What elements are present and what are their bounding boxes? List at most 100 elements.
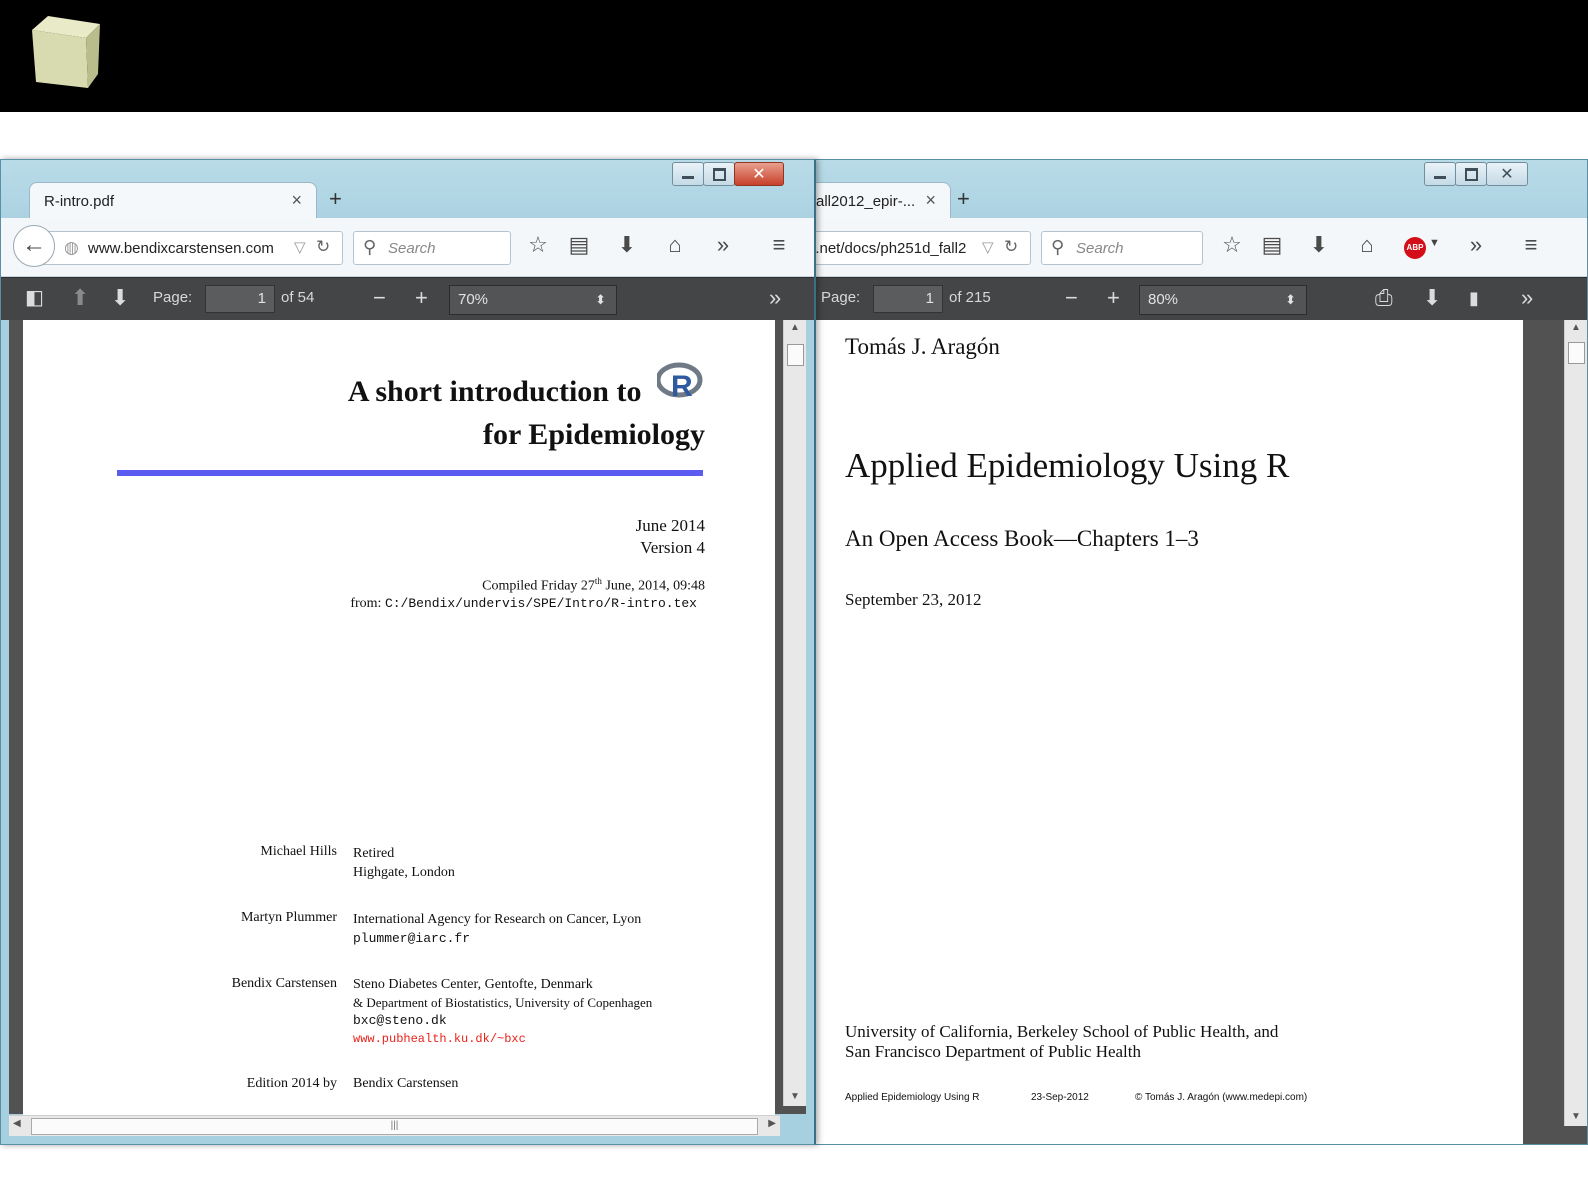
tab-strip: R-intro.pdf × + [1, 182, 814, 220]
author-name: Michael Hills [260, 844, 337, 859]
maximize-icon [1465, 168, 1478, 181]
page-label: Page: [821, 289, 861, 306]
affiliation-line: Steno Diabetes Center, Gentofte, Denmark [353, 977, 593, 992]
new-tab-button[interactable]: + [957, 186, 970, 212]
download-icon[interactable]: ⬇ [1304, 232, 1334, 258]
hamburger-menu-icon[interactable]: ≡ [764, 232, 794, 258]
tools-overflow-icon[interactable]: » [1521, 285, 1533, 311]
home-icon[interactable]: ⌂ [660, 232, 690, 258]
tab-strip: all2012_epir-... × + [813, 182, 1587, 220]
search-input[interactable]: ⚲ Search [353, 231, 511, 265]
scroll-right-icon[interactable]: ▶ [768, 1118, 776, 1129]
scroll-down-icon[interactable]: ▼ [1571, 1111, 1581, 1122]
pdf-viewer-area: Tomás J. Aragón Applied Epidemiology Usi… [813, 320, 1587, 1144]
affiliation-line: Retired [353, 846, 395, 861]
author-affiliation: Steno Diabetes Center, Gentofte, Denmark… [353, 976, 652, 1048]
search-placeholder: Search [1076, 240, 1124, 257]
zoom-in-icon[interactable]: + [415, 285, 428, 311]
tools-overflow-icon[interactable]: » [769, 285, 781, 311]
scroll-left-icon[interactable]: ◀ [13, 1118, 21, 1129]
close-icon: ✕ [1500, 166, 1514, 183]
bookmark-star-icon[interactable]: ☆ [1217, 232, 1247, 258]
title-text: A short introduction to [347, 374, 642, 408]
vertical-scrollbar[interactable]: ▲ ▼ [783, 320, 806, 1106]
affiliation-line-2: San Francisco Department of Public Healt… [845, 1042, 1142, 1061]
save-download-icon[interactable]: ⬇ [1423, 285, 1441, 311]
adblock-plus-icon[interactable]: ABP [1404, 237, 1426, 259]
zoom-select[interactable]: 70% ⬍ [449, 285, 617, 315]
title-rule [117, 470, 703, 476]
chevron-down-icon[interactable]: ▼ [1429, 237, 1440, 249]
reload-icon[interactable]: ↻ [1004, 237, 1018, 257]
affiliation-line: International Agency for Research on Can… [353, 912, 642, 927]
hamburger-menu-icon[interactable]: ≡ [1516, 232, 1546, 258]
select-arrows-icon: ⬍ [1285, 292, 1296, 307]
search-icon: ⚲ [363, 237, 377, 257]
browser-window-right: ✕ all2012_epir-... × + i.net/docs/ph251d… [812, 159, 1588, 1145]
dropdown-icon[interactable]: ▽ [982, 238, 994, 256]
tab-r-intro[interactable]: R-intro.pdf × [29, 182, 317, 220]
url-bar[interactable]: i.net/docs/ph251d_fall2 ▽ ↻ [812, 231, 1031, 265]
zoom-select[interactable]: 80% ⬍ [1139, 285, 1307, 315]
doc-title-line-1: A short introduction to R [347, 362, 705, 414]
edition-value: Bendix Carstensen [353, 1076, 459, 1091]
print-icon[interactable]: ⎙ [1375, 285, 1393, 311]
zoom-out-icon[interactable]: − [373, 285, 386, 311]
page-total: of 215 [949, 289, 991, 306]
overflow-icon[interactable]: » [1461, 232, 1491, 258]
scroll-up-icon[interactable]: ▲ [790, 322, 800, 333]
scroll-down-icon[interactable]: ▼ [790, 1091, 800, 1102]
from-path: C:/Bendix/undervis/SPE/Intro/R-intro.tex [384, 596, 697, 611]
pdf-viewer-area: A short introduction to R for Epidemiolo… [9, 320, 806, 1120]
reading-list-icon[interactable]: ▤ [564, 232, 594, 258]
minimize-icon [1434, 176, 1446, 179]
reload-icon[interactable]: ↻ [316, 237, 330, 257]
vertical-scrollbar[interactable]: ▲ ▼ [1564, 320, 1587, 1126]
scroll-thumb[interactable] [787, 344, 804, 366]
url-text: i.net/docs/ph251d_fall2 [812, 240, 967, 257]
previous-page-icon[interactable]: ⬆ [71, 285, 89, 311]
page-number-input[interactable]: 1 [205, 285, 275, 313]
zoom-in-icon[interactable]: + [1107, 285, 1120, 311]
author-email: plummer@iarc.fr [353, 931, 471, 946]
bookmark-icon[interactable]: ▮ [1469, 288, 1479, 309]
page-total: of 54 [281, 289, 315, 306]
author-name: Bendix Carstensen [231, 976, 337, 991]
home-icon[interactable]: ⌂ [1352, 232, 1382, 258]
horizontal-scrollbar[interactable]: ◀ ||| ▶ [9, 1115, 780, 1136]
overflow-icon[interactable]: » [708, 232, 738, 258]
url-bar[interactable]: ◍ www.bendixcarstensen.com ▽ ↻ [27, 231, 343, 265]
minimize-icon [682, 176, 694, 179]
pdf-page: A short introduction to R for Epidemiolo… [23, 320, 775, 1120]
compiled-prefix: Compiled Friday 27 [482, 578, 595, 594]
cube-logo-icon [32, 16, 100, 88]
author-website-link[interactable]: www.pubhealth.ku.dk/~bxc [353, 1030, 652, 1048]
page-number-input[interactable]: 1 [873, 285, 943, 313]
search-placeholder: Search [388, 240, 436, 257]
download-icon[interactable]: ⬇ [612, 232, 642, 258]
scroll-thumb[interactable] [1568, 342, 1585, 364]
back-button[interactable]: ← [13, 225, 55, 267]
dropdown-icon[interactable]: ▽ [294, 238, 306, 256]
close-icon: ✕ [752, 166, 766, 183]
bookmark-star-icon[interactable]: ☆ [523, 232, 553, 258]
book-author: Tomás J. Aragón [845, 334, 1000, 359]
doc-version: Version 4 [640, 538, 705, 557]
new-tab-button[interactable]: + [329, 186, 342, 212]
r-logo-icon: R [655, 362, 703, 403]
affiliation-line-1: University of California, Berkeley Schoo… [845, 1022, 1279, 1041]
tab-applied-epi[interactable]: all2012_epir-... × [813, 182, 951, 220]
next-page-icon[interactable]: ⬇ [111, 285, 129, 311]
zoom-out-icon[interactable]: − [1065, 285, 1078, 311]
zoom-value: 80% [1148, 291, 1179, 308]
search-input[interactable]: ⚲ Search [1041, 231, 1203, 265]
scroll-up-icon[interactable]: ▲ [1571, 322, 1581, 333]
scroll-thumb[interactable]: ||| [31, 1118, 758, 1135]
close-tab-icon[interactable]: × [291, 190, 302, 211]
pdf-toolbar: ◧ ⬆ ⬇ Page: 1 of 54 − + 70% ⬍ » [1, 277, 814, 320]
compiled-sup: th [594, 576, 602, 586]
close-tab-icon[interactable]: × [925, 190, 936, 211]
footer-copyright: © Tomás J. Aragón (www.medepi.com) [1135, 1092, 1308, 1103]
reading-list-icon[interactable]: ▤ [1257, 232, 1287, 258]
sidebar-toggle-icon[interactable]: ◧ [25, 285, 44, 310]
